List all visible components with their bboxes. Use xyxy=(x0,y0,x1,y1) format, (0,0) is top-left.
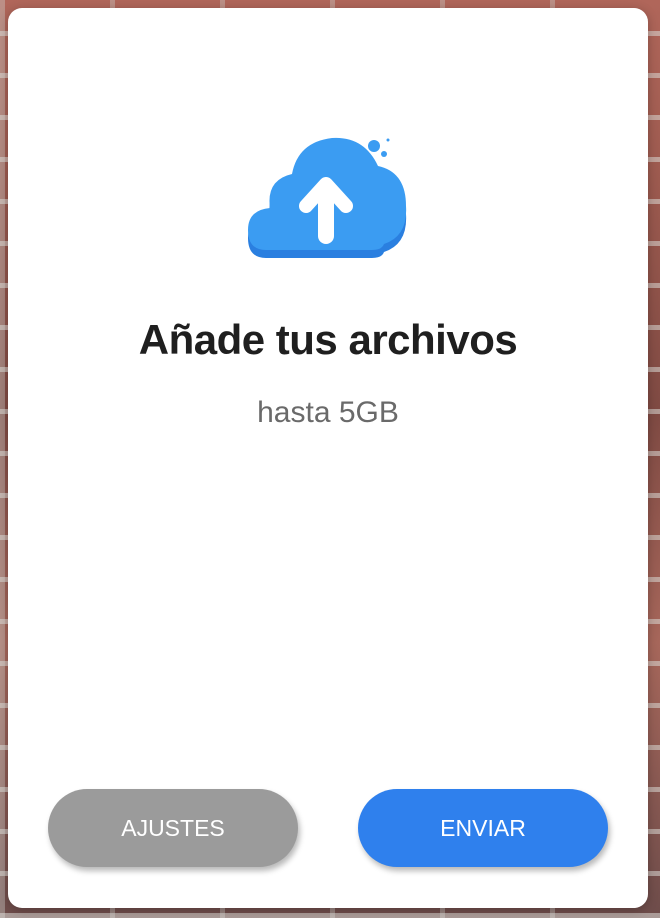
size-limit-text: hasta 5GB xyxy=(257,396,399,429)
cloud-upload-icon xyxy=(248,137,407,258)
dialog-title: Añade tus archivos xyxy=(138,316,518,363)
send-button[interactable]: ENVIAR xyxy=(358,789,608,867)
file-drop-area[interactable]: Añade tus archivos hasta 5GB xyxy=(8,8,648,768)
settings-button[interactable]: AJUSTES xyxy=(48,789,298,867)
upload-dialog: Añade tus archivos hasta 5GB AJUSTES ENV… xyxy=(8,8,648,908)
